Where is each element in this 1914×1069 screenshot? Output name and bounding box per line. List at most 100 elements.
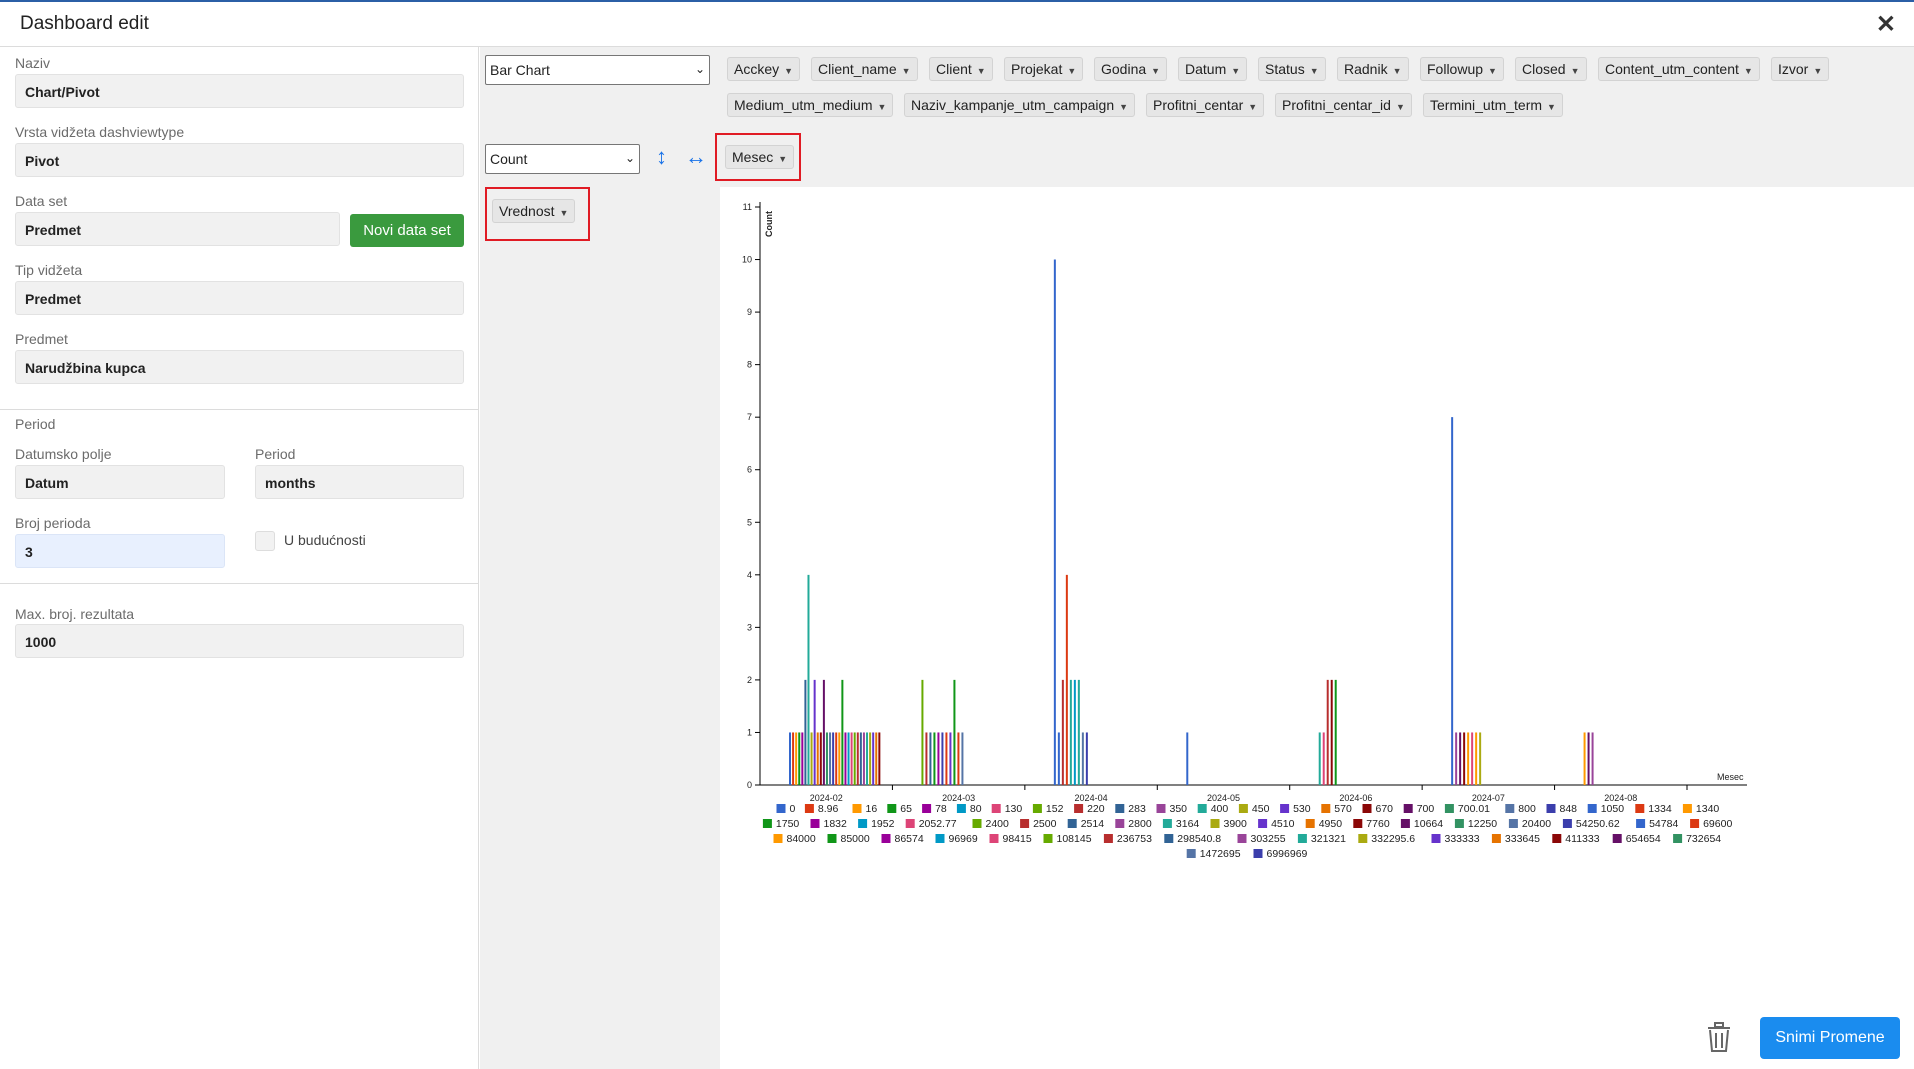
legend-label: 2052.77 bbox=[919, 818, 957, 830]
legend-swatch bbox=[991, 804, 1001, 813]
field-pill-datum[interactable]: Datum ▼ bbox=[1178, 57, 1248, 81]
legend-swatch bbox=[1115, 819, 1125, 828]
pivot-rows-area bbox=[480, 187, 720, 1069]
field-pill-izvor[interactable]: Izvor ▼ bbox=[1771, 57, 1830, 81]
legend-label: 700.01 bbox=[1458, 803, 1490, 815]
renderer-select[interactable]: Bar Chart ⌄ bbox=[485, 55, 710, 85]
field-pill-medium_utm_medium[interactable]: Medium_utm_medium ▼ bbox=[727, 93, 894, 117]
legend-label: 1472695 bbox=[1200, 848, 1241, 860]
trash-icon[interactable] bbox=[1705, 1022, 1733, 1057]
broj-perioda-input[interactable]: 3 bbox=[15, 534, 225, 568]
field-pill-closed[interactable]: Closed ▼ bbox=[1515, 57, 1587, 81]
legend-swatch bbox=[773, 834, 783, 843]
caret-icon: ▼ bbox=[778, 154, 788, 164]
legend-label: 108145 bbox=[1057, 833, 1092, 845]
y-tick-label: 8 bbox=[747, 360, 752, 370]
legend-label: 0 bbox=[790, 803, 796, 815]
legend-swatch bbox=[852, 804, 862, 813]
legend-label: 69600 bbox=[1703, 818, 1732, 830]
legend-swatch bbox=[972, 819, 982, 828]
field-pill-godina[interactable]: Godina ▼ bbox=[1094, 57, 1168, 81]
legend-swatch bbox=[1237, 834, 1247, 843]
legend-label: 20400 bbox=[1522, 818, 1551, 830]
field-pill-label: Naziv_kampanje_utm_campaign bbox=[911, 97, 1115, 113]
field-pill-projekat[interactable]: Projekat ▼ bbox=[1004, 57, 1084, 81]
legend-label: 7760 bbox=[1366, 818, 1390, 830]
datumsko-label: Datumsko polje bbox=[15, 446, 112, 462]
legend-swatch bbox=[1305, 819, 1315, 828]
legend-label: 848 bbox=[1560, 803, 1578, 815]
legend-label: 6996969 bbox=[1267, 848, 1308, 860]
tip-field[interactable]: Predmet bbox=[15, 281, 464, 315]
legend-label: 800 bbox=[1518, 803, 1536, 815]
legend-label: 1334 bbox=[1648, 803, 1672, 815]
field-pill-followup[interactable]: Followup ▼ bbox=[1420, 57, 1504, 81]
caret-icon: ▼ bbox=[1743, 66, 1753, 76]
field-pill-radnik[interactable]: Radnik ▼ bbox=[1337, 57, 1409, 81]
field-pill-client[interactable]: Client ▼ bbox=[929, 57, 993, 81]
legend-label: 411333 bbox=[1565, 833, 1599, 845]
dialog-title: Dashboard edit bbox=[20, 13, 149, 34]
novi-data-set-button[interactable]: Novi data set bbox=[350, 214, 464, 247]
field-pill-naziv_kampanje_utm_campaign[interactable]: Naziv_kampanje_utm_campaign ▼ bbox=[904, 93, 1136, 117]
naziv-field[interactable]: Chart/Pivot bbox=[15, 74, 464, 108]
vertical-arrows-icon[interactable]: ↕ bbox=[656, 144, 667, 170]
vrsta-field[interactable]: Pivot bbox=[15, 143, 464, 177]
broj-label: Broj perioda bbox=[15, 515, 91, 531]
u-buducnosti-checkbox[interactable] bbox=[255, 531, 275, 551]
legend-label: 2500 bbox=[1033, 818, 1057, 830]
predmet-field[interactable]: Narudžbina kupca bbox=[15, 350, 464, 384]
col-field-pill[interactable]: Mesec ▼ bbox=[725, 145, 795, 169]
legend-swatch bbox=[810, 819, 820, 828]
legend-label: 1050 bbox=[1601, 803, 1625, 815]
legend-swatch bbox=[1210, 819, 1220, 828]
legend-label: 350 bbox=[1170, 803, 1188, 815]
field-pill-label: Datum bbox=[1185, 61, 1227, 77]
chevron-down-icon: ⌄ bbox=[694, 62, 705, 76]
field-pill-status[interactable]: Status ▼ bbox=[1258, 57, 1326, 81]
legend-swatch bbox=[1074, 804, 1084, 813]
period-field[interactable]: months bbox=[255, 465, 464, 499]
y-tick-label: 10 bbox=[742, 255, 752, 265]
max-rezultata-field[interactable]: 1000 bbox=[15, 624, 464, 658]
field-pill-content_utm_content[interactable]: Content_utm_content ▼ bbox=[1598, 57, 1760, 81]
legend-swatch bbox=[1321, 804, 1331, 813]
y-tick-label: 1 bbox=[747, 727, 752, 737]
legend-swatch bbox=[1546, 804, 1556, 813]
col-field-label: Mesec bbox=[732, 149, 774, 165]
close-icon[interactable]: ✕ bbox=[1876, 10, 1896, 39]
max-label: Max. broj. rezultata bbox=[15, 606, 135, 622]
legend-label: 3164 bbox=[1176, 818, 1200, 830]
field-pill-client_name[interactable]: Client_name ▼ bbox=[811, 57, 918, 81]
row-field-pill[interactable]: Vrednost ▼ bbox=[492, 199, 576, 223]
field-pill-profitni_centar[interactable]: Profitni_centar ▼ bbox=[1146, 93, 1265, 117]
legend-swatch bbox=[1353, 819, 1363, 828]
u-buducnosti-label: U budućnosti bbox=[284, 532, 366, 548]
legend-label: 4950 bbox=[1319, 818, 1343, 830]
legend-swatch bbox=[827, 834, 837, 843]
field-pill-termini_utm_term[interactable]: Termini_utm_term ▼ bbox=[1423, 93, 1563, 117]
legend-swatch bbox=[762, 819, 772, 828]
field-pill-acckey[interactable]: Acckey ▼ bbox=[727, 57, 801, 81]
field-pill-label: Acckey bbox=[734, 61, 780, 77]
legend-label: 2514 bbox=[1081, 818, 1105, 830]
y-axis-label: Count bbox=[764, 211, 774, 237]
legend-label: 1832 bbox=[824, 818, 848, 830]
y-tick-label: 0 bbox=[747, 780, 752, 790]
aggregator-select[interactable]: Count ⌄ bbox=[485, 144, 640, 174]
legend-swatch bbox=[1358, 834, 1368, 843]
legend-label: 654654 bbox=[1626, 833, 1661, 845]
divider bbox=[0, 583, 479, 584]
legend-swatch bbox=[1682, 804, 1692, 813]
field-pill-profitni_centar_id[interactable]: Profitni_centar_id ▼ bbox=[1275, 93, 1412, 117]
pivot-area: Bar Chart ⌄ Acckey ▼ Client_name ▼ Client ▼ Pro… bbox=[480, 47, 1914, 1069]
legend-swatch bbox=[1186, 849, 1196, 858]
legend-swatch bbox=[956, 804, 966, 813]
dataset-field[interactable]: Predmet bbox=[15, 212, 340, 246]
field-pill-label: Client_name bbox=[818, 61, 897, 77]
save-changes-button[interactable]: Snimi Promene bbox=[1760, 1017, 1900, 1059]
legend-swatch bbox=[989, 834, 999, 843]
horizontal-arrows-icon[interactable]: ↔ bbox=[685, 144, 707, 170]
datumsko-field[interactable]: Datum bbox=[15, 465, 225, 499]
legend-label: 54250.62 bbox=[1576, 818, 1620, 830]
